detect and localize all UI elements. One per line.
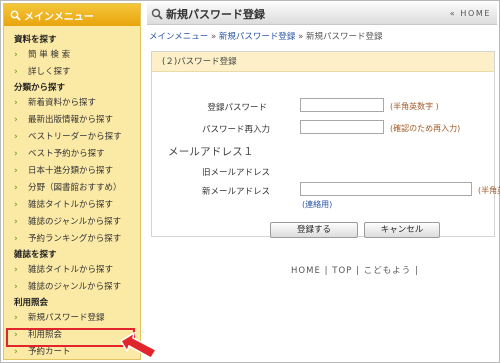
sidebar: メインメニュー 資料を探す › 簡 単 検 索 › 詳しく探す 分類から探す › 新着… xyxy=(3,3,141,360)
sidebar-item-ndc[interactable]: › 日本十進分類から探す xyxy=(4,163,140,180)
sidebar-item-best-reader[interactable]: › ベストリーダーから探す xyxy=(4,129,140,146)
sidebar-item-simple-search[interactable]: › 簡 単 検 索 xyxy=(4,47,140,64)
new-mail-hint: (半角英 xyxy=(478,186,500,195)
page-title: 新規パスワード登録 xyxy=(166,7,265,21)
contact-link[interactable]: (連絡用) xyxy=(302,199,332,210)
sidebar-item-label: 分野（図書館おすすめ） xyxy=(28,183,122,193)
chevron-right-icon: › xyxy=(14,313,18,323)
sidebar-item-recommended[interactable]: › 分野（図書館おすすめ） xyxy=(4,180,140,197)
password-form-panel: (２)パスワード登録 登録パスワード (半角英数字 ) パスワード再入力 (確認… xyxy=(151,51,500,238)
button-area: 登録する キャンセル xyxy=(152,216,496,246)
footer-link-kids[interactable]: こどもよう xyxy=(364,266,412,276)
breadcrumb: メインメニュー » 新規パスワード登録 » 新規パスワード登録 xyxy=(147,30,497,44)
footer-link-top[interactable]: TOP xyxy=(332,266,352,276)
sidebar-item-label: 雑誌タイトルから探す xyxy=(28,200,114,210)
page-header: 新規パスワード登録 « HOME xyxy=(147,3,497,25)
chevron-right-icon: › xyxy=(14,183,18,193)
breadcrumb-current: 新規パスワード登録 xyxy=(305,32,383,42)
form-heading: (２)パスワード登録 xyxy=(152,52,494,72)
chevron-right-icon: › xyxy=(14,67,18,77)
password-hint: (半角英数字 ) xyxy=(390,102,439,111)
chevron-right-icon: › xyxy=(14,282,18,292)
mail-section-title: メールアドレス１ xyxy=(168,146,254,158)
password-confirm-input[interactable] xyxy=(300,120,384,134)
cancel-button[interactable]: キャンセル xyxy=(364,222,440,238)
sidebar-item-magazine-title[interactable]: › 雑誌タイトルから探す xyxy=(4,197,140,214)
sidebar-item-magazine-genre-2[interactable]: › 雑誌のジャンルから探す xyxy=(4,279,140,296)
sidebar-item-label: ベスト予約から探す xyxy=(28,149,105,159)
chevron-right-icon: › xyxy=(14,50,18,60)
home-link[interactable]: « HOME xyxy=(450,9,491,18)
breadcrumb-separator: » xyxy=(298,32,304,42)
sidebar-item-label: ベストリーダーから探す xyxy=(28,132,122,142)
sidebar-item-label: 詳しく探す xyxy=(28,67,71,77)
sidebar-item-best-reservation[interactable]: › ベスト予約から探す xyxy=(4,146,140,163)
sidebar-menu: 資料を探す › 簡 単 検 索 › 詳しく探す 分類から探す › 新着資料から探す ›… xyxy=(4,26,140,359)
old-mail-label: 旧メールアドレス xyxy=(202,168,271,178)
password-input[interactable] xyxy=(300,98,384,112)
password-confirm-label: パスワード再入力 xyxy=(201,125,270,135)
sidebar-section-title: 資料を探す xyxy=(14,35,57,45)
chevron-right-icon: › xyxy=(14,265,18,275)
breadcrumb-separator: » xyxy=(210,32,217,42)
breadcrumb-item[interactable]: メインメニュー xyxy=(149,32,208,42)
sidebar-item-magazine-genre[interactable]: › 雑誌のジャンルから探す xyxy=(4,214,140,231)
chevron-right-icon: › xyxy=(14,200,18,210)
chevron-right-icon: › xyxy=(14,234,18,244)
sidebar-item-label: 日本十進分類から探す xyxy=(28,166,114,176)
highlight-box xyxy=(6,328,135,347)
sidebar-item-reservation-ranking[interactable]: › 予約ランキングから探す xyxy=(4,231,140,248)
sidebar-section-title: 利用照会 xyxy=(14,298,49,308)
chevron-right-icon: › xyxy=(14,217,18,227)
sidebar-header: メインメニュー xyxy=(4,4,140,26)
sidebar-item-label: 雑誌のジャンルから探す xyxy=(28,217,122,227)
sidebar-item-label: 新着資料から探す xyxy=(28,98,97,108)
sidebar-item-label: 簡 単 検 索 xyxy=(28,50,71,60)
sidebar-item-new-materials[interactable]: › 新着資料から探す xyxy=(4,95,140,112)
sidebar-item-label: 新規パスワード登録 xyxy=(28,313,105,323)
sidebar-section-title: 分類から探す xyxy=(14,83,66,93)
chevron-right-icon: › xyxy=(14,166,18,176)
new-mail-input[interactable] xyxy=(300,182,472,196)
search-icon xyxy=(151,8,163,20)
sidebar-item-label: 雑誌タイトルから探す xyxy=(28,265,114,275)
sidebar-item-new-password[interactable]: › 新規パスワード登録 xyxy=(4,310,140,327)
footer-separator: | xyxy=(324,266,329,276)
search-icon xyxy=(10,10,21,21)
footer-separator: | xyxy=(356,266,360,276)
footer-separator: | xyxy=(415,266,419,276)
breadcrumb-item[interactable]: 新規パスワード登録 xyxy=(219,32,296,42)
footer-links: HOME | TOP | こどもよう | xyxy=(291,264,419,276)
chevron-right-icon: › xyxy=(14,98,18,108)
sidebar-item-label: 最新出版情報から探す xyxy=(28,115,114,125)
submit-button[interactable]: 登録する xyxy=(270,222,358,238)
chevron-right-icon: › xyxy=(14,149,18,159)
sidebar-item-detailed-search[interactable]: › 詳しく探す xyxy=(4,64,140,81)
sidebar-section-title: 雑誌を探す xyxy=(14,250,57,260)
password-label: 登録パスワード xyxy=(207,103,267,113)
sidebar-item-latest-publications[interactable]: › 最新出版情報から探す xyxy=(4,112,140,129)
sidebar-title: メインメニュー xyxy=(24,11,94,23)
chevron-right-icon: › xyxy=(14,132,18,142)
new-mail-label: 新メールアドレス xyxy=(202,187,271,197)
password-confirm-hint: (確認のため再入力) xyxy=(390,124,461,133)
footer-link-home[interactable]: HOME xyxy=(291,266,321,276)
sidebar-item-label: 雑誌のジャンルから探す xyxy=(28,282,122,292)
chevron-right-icon: › xyxy=(14,115,18,125)
sidebar-item-label: 予約ランキングから探す xyxy=(28,234,122,244)
sidebar-item-magazine-title-2[interactable]: › 雑誌タイトルから探す xyxy=(4,262,140,279)
main-content: 新規パスワード登録 « HOME メインメニュー » 新規パスワード登録 » 新… xyxy=(147,3,500,360)
